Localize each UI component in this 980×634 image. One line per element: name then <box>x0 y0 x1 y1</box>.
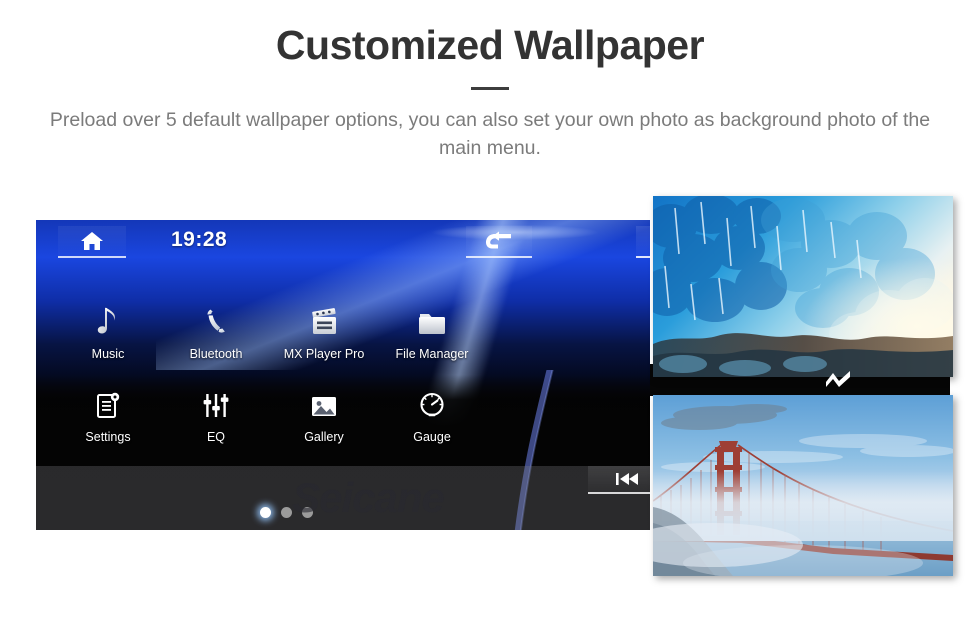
ice-cave-image <box>653 196 953 377</box>
title-divider <box>471 87 509 91</box>
back-button[interactable] <box>466 226 532 258</box>
app-gauge[interactable]: Gauge <box>378 387 486 444</box>
head-unit-screen: 19:28 Music Bluetooth MX Player Pro File… <box>36 220 650 530</box>
app-label: Gauge <box>413 430 451 444</box>
status-clock: 19:28 <box>171 228 228 251</box>
folder-icon <box>416 304 448 338</box>
back-arrow-icon <box>486 231 511 249</box>
app-mx-player-pro[interactable]: MX Player Pro <box>270 304 378 361</box>
app-label: Settings <box>85 430 131 444</box>
app-label: Bluetooth <box>189 347 243 361</box>
page-dot-1[interactable] <box>259 507 271 518</box>
home-icon <box>81 232 103 250</box>
app-eq[interactable]: EQ <box>162 387 270 444</box>
app-bluetooth[interactable]: Bluetooth <box>162 304 270 361</box>
app-label: Gallery <box>304 430 344 444</box>
ice-cave-wallpaper[interactable] <box>653 196 953 377</box>
app-label: Music <box>91 347 125 361</box>
page-dot-2[interactable] <box>280 507 292 518</box>
app-grid: Music Bluetooth MX Player Pro File Manag… <box>36 304 650 444</box>
phone-handset-icon <box>201 304 231 338</box>
page-indicator[interactable] <box>36 507 536 518</box>
app-settings[interactable]: Settings <box>54 387 162 444</box>
page-header: Customized Wallpaper Preload over 5 defa… <box>0 0 980 163</box>
golden-gate-wallpaper[interactable] <box>653 395 953 576</box>
page-title: Customized Wallpaper <box>275 22 705 68</box>
app-row-1: Music Bluetooth MX Player Pro File Manag… <box>36 304 554 361</box>
previous-track-button[interactable] <box>588 466 650 494</box>
home-button[interactable] <box>58 226 126 258</box>
app-label: EQ <box>206 430 226 444</box>
brand-watermark: Seicane <box>292 474 445 521</box>
head-unit-status-bar: 19:28 <box>36 220 650 264</box>
equalizer-sliders-icon <box>201 387 231 421</box>
app-label: File Manager <box>395 347 469 361</box>
app-music[interactable]: Music <box>54 304 162 361</box>
wave-zigzag-icon <box>826 371 850 387</box>
settings-gear-list-icon <box>93 387 123 421</box>
previous-track-icon <box>616 473 638 485</box>
app-row-2: Settings EQ Gallery Gauge <box>36 361 554 444</box>
page-subtitle: Preload over 5 default wallpaper options… <box>49 109 931 160</box>
golden-gate-image <box>653 395 953 576</box>
app-label: MX Player Pro <box>283 347 365 361</box>
clapperboard-icon <box>308 304 340 338</box>
status-extra-button[interactable] <box>636 226 650 258</box>
app-gallery[interactable]: Gallery <box>270 387 378 444</box>
picture-icon <box>308 387 340 421</box>
speedometer-icon <box>417 387 447 421</box>
music-note-icon <box>96 304 120 338</box>
app-file-manager[interactable]: File Manager <box>378 304 486 361</box>
